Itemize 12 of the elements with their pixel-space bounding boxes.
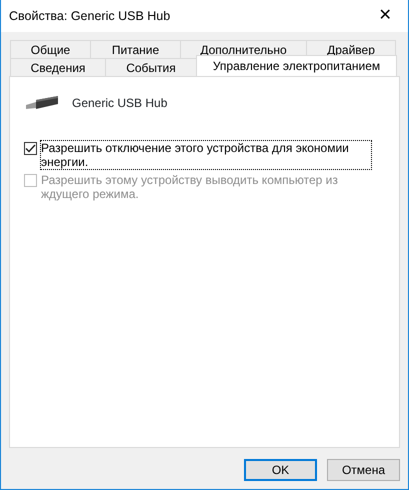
close-button[interactable]: ✕ [362,0,408,32]
tab[interactable]: Общие [10,40,91,58]
tab[interactable]: Сведения [10,58,106,76]
tab[interactable]: Управление электропитанием [196,55,397,76]
cancel-button[interactable]: Отмена [327,459,400,481]
window-title: Свойства: Generic USB Hub [9,8,170,25]
checkbox[interactable] [24,142,37,155]
ok-button[interactable]: OK [244,459,317,481]
checkbox-label[interactable]: Разрешить отключение этого устройства для экономии энергии. [41,141,371,169]
usb-plug-icon [24,96,60,110]
checkbox-label: Разрешить этому устройству выводить компьютер из ждущего режима. [41,173,339,201]
device-name: Generic USB Hub [72,95,168,112]
